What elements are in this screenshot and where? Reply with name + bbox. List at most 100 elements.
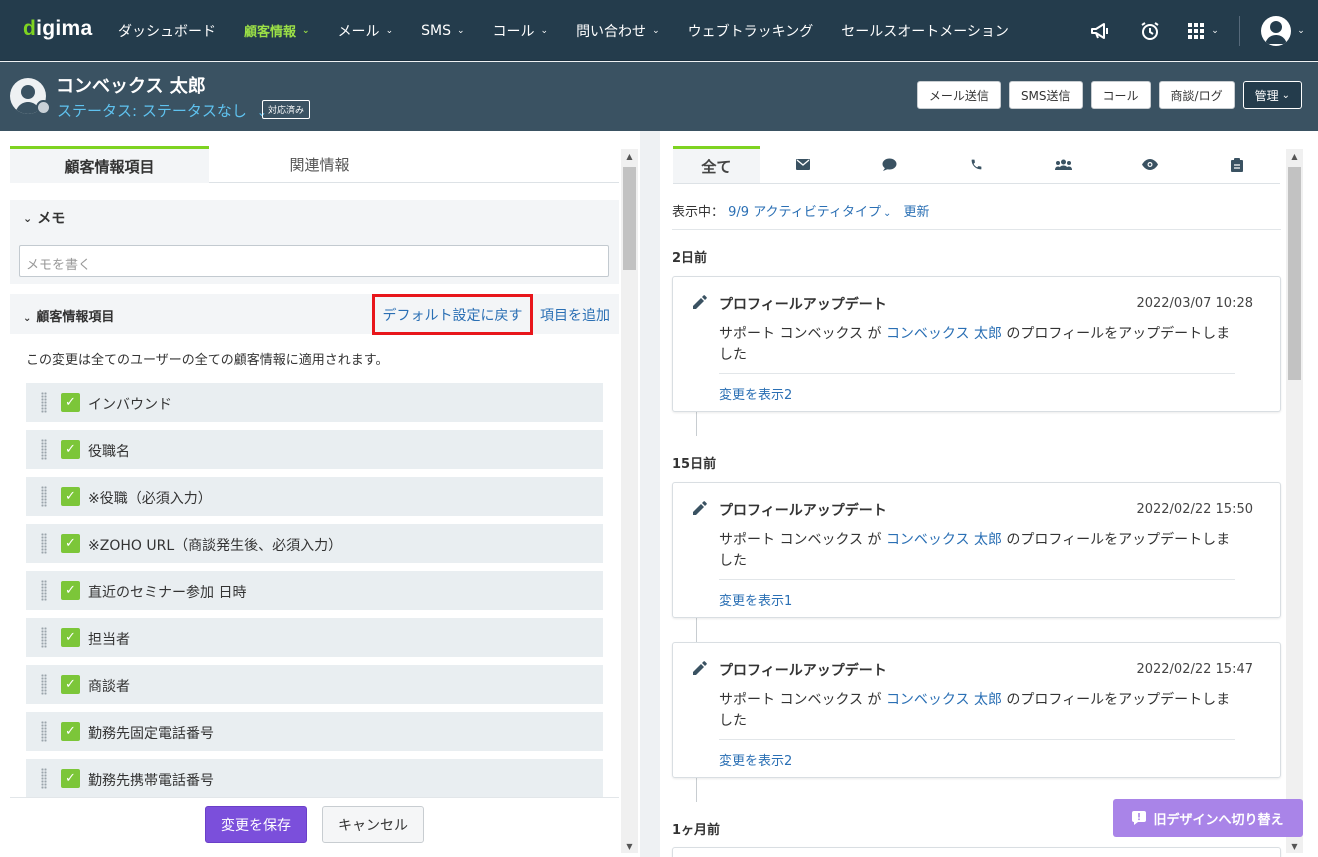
drag-handle-icon[interactable] — [41, 768, 47, 789]
customer-link[interactable]: コンベックス 太郎 — [886, 692, 1002, 708]
tab-call[interactable] — [933, 146, 1020, 183]
manage-button[interactable]: 管理 ⌄ — [1242, 81, 1302, 109]
tab-related-info[interactable]: 関連情報 — [220, 146, 419, 183]
field-checkbox[interactable]: ✓ — [61, 393, 80, 412]
add-field-link[interactable]: 項目を追加 — [540, 305, 610, 325]
tab-notes[interactable] — [1193, 146, 1280, 183]
scroll-thumb[interactable] — [623, 167, 636, 270]
drag-handle-icon[interactable] — [41, 486, 47, 507]
field-checkbox[interactable]: ✓ — [61, 675, 80, 694]
field-row[interactable]: ✓ 直近のセミナー参加 日時 — [26, 571, 603, 610]
field-row[interactable]: ✓ 勤務先携帯電話番号 — [26, 759, 603, 798]
chevron-down-icon: ⌄ — [883, 208, 892, 219]
drag-handle-icon[interactable] — [41, 580, 47, 601]
nav-item-4[interactable]: コール ⌄ — [479, 0, 563, 61]
tab-chat[interactable] — [846, 146, 933, 183]
customer-link[interactable]: コンベックス 太郎 — [886, 532, 1002, 548]
field-label: 担当者 — [88, 632, 130, 648]
megaphone-icon[interactable] — [1075, 0, 1125, 61]
save-button[interactable]: 変更を保存 — [205, 806, 307, 843]
nav-item-3[interactable]: SMS ⌄ — [407, 0, 478, 61]
chat-bubble-icon — [882, 158, 897, 171]
field-row[interactable]: ✓ 担当者 — [26, 618, 603, 657]
tab-web[interactable] — [1107, 146, 1194, 183]
drag-handle-icon[interactable] — [41, 392, 47, 413]
reset-default-link[interactable]: デフォルト設定に戻す — [372, 294, 533, 335]
field-checkbox[interactable]: ✓ — [61, 487, 80, 506]
send-email-button[interactable]: メール送信 — [916, 81, 1001, 109]
field-checkbox[interactable]: ✓ — [61, 581, 80, 600]
send-sms-button[interactable]: SMS送信 — [1008, 81, 1083, 109]
chevron-down-icon: ⌄ — [385, 25, 394, 36]
field-row[interactable]: ✓ ※ZOHO URL（商談発生後、必須入力） — [26, 524, 603, 563]
nav-item-label: セールスオートメーション — [841, 23, 1009, 40]
pencil-icon — [693, 661, 707, 675]
field-row[interactable]: ✓ インバウンド — [26, 383, 603, 422]
field-checkbox[interactable]: ✓ — [61, 769, 80, 788]
scroll-up-arrow-icon[interactable]: ▲ — [621, 149, 638, 163]
timeline-connector — [696, 778, 697, 802]
cancel-button[interactable]: キャンセル — [322, 806, 424, 843]
left-scrollbar[interactable]: ▲ ▼ — [621, 149, 638, 853]
activity-filter-bar: 表示中： 9/9 アクティビティタイプ ⌄ 更新 — [672, 201, 930, 220]
status-dropdown[interactable]: ステータス: ステータスなし ⌄ — [57, 100, 267, 121]
field-label: ※役職（必須入力） — [88, 491, 212, 507]
nav-item-7[interactable]: セールスオートメーション — [827, 0, 1023, 61]
memo-input[interactable]: メモを書く — [19, 245, 609, 277]
tab-customer-fields[interactable]: 顧客情報項目 — [10, 146, 209, 183]
scroll-thumb[interactable] — [1288, 167, 1301, 380]
chevron-down-icon: ⌄ — [23, 211, 33, 225]
drag-handle-icon[interactable] — [41, 627, 47, 648]
show-changes-link[interactable]: 変更を表示2 — [719, 384, 792, 403]
nav-item-2[interactable]: メール ⌄ — [324, 0, 408, 61]
drag-handle-icon[interactable] — [41, 439, 47, 460]
activity-title: プロフィールアップデート — [719, 503, 887, 519]
drag-handle-icon[interactable] — [41, 533, 47, 554]
meeting-log-button[interactable]: 商談/ログ — [1158, 81, 1235, 109]
nav-item-label: ウェブトラッキング — [687, 23, 814, 40]
show-changes-link[interactable]: 変更を表示2 — [719, 750, 792, 769]
nav-item-5[interactable]: 問い合わせ ⌄ — [562, 0, 674, 61]
field-checkbox[interactable]: ✓ — [61, 534, 80, 553]
scroll-down-arrow-icon[interactable]: ▼ — [621, 839, 638, 853]
call-button[interactable]: コール — [1090, 81, 1151, 109]
memo-header[interactable]: ⌄ メモ — [10, 200, 619, 236]
chevron-down-icon: ⌄ — [652, 25, 660, 36]
group-icon — [1054, 159, 1072, 170]
nav-item-1[interactable]: 顧客情報 ⌄ — [230, 0, 324, 61]
field-row[interactable]: ✓ 役職名 — [26, 430, 603, 469]
field-checkbox[interactable]: ✓ — [61, 628, 80, 647]
apps-grid-icon[interactable]: ⌄ — [1175, 0, 1231, 61]
field-row[interactable]: ✓ ※役職（必須入力） — [26, 477, 603, 516]
field-checkbox[interactable]: ✓ — [61, 440, 80, 459]
scroll-up-arrow-icon[interactable]: ▲ — [1286, 149, 1303, 163]
customer-name: コンベックス 太郎 — [56, 76, 206, 97]
digima-logo[interactable]: digima — [23, 17, 93, 41]
activity-type-filter[interactable]: 9/9 アクティビティタイプ ⌄ — [728, 205, 891, 220]
tab-email[interactable] — [760, 146, 847, 183]
nav-item-0[interactable]: ダッシュボード — [104, 0, 230, 61]
customer-link[interactable]: コンベックス 太郎 — [886, 326, 1002, 342]
activity-timestamp: 2022/03/07 10:28 — [1136, 296, 1253, 311]
drag-handle-icon[interactable] — [41, 674, 47, 695]
nav-item-6[interactable]: ウェブトラッキング — [674, 0, 828, 61]
drag-handle-icon[interactable] — [41, 721, 47, 742]
top-navigation: digima ダッシュボード 顧客情報 ⌄ メール ⌄ SMS ⌄ コール ⌄ 問い合わせ ⌄ ウェブ… — [0, 0, 1318, 61]
field-row[interactable]: ✓ 商談者 — [26, 665, 603, 704]
fields-header[interactable]: ⌄ 顧客情報項目 — [23, 306, 114, 325]
tab-group[interactable] — [1020, 146, 1107, 183]
refresh-link[interactable]: 更新 — [904, 205, 930, 220]
scroll-down-arrow-icon[interactable]: ▼ — [1286, 839, 1303, 853]
activity-timestamp: 2022/02/22 15:50 — [1136, 502, 1253, 517]
switch-legacy-design-button[interactable]: 旧デザインへ切り替え — [1113, 799, 1303, 837]
eye-icon — [1141, 159, 1158, 170]
alarm-clock-icon[interactable] — [1125, 0, 1175, 61]
tab-all[interactable]: 全て — [673, 146, 760, 183]
right-scrollbar[interactable]: ▲ ▼ — [1286, 149, 1303, 853]
pencil-icon — [693, 295, 707, 309]
field-checkbox[interactable]: ✓ — [61, 722, 80, 741]
show-changes-link[interactable]: 変更を表示1 — [719, 590, 792, 609]
field-row[interactable]: ✓ 勤務先固定電話番号 — [26, 712, 603, 751]
manage-label: 管理 — [1254, 88, 1279, 103]
user-menu[interactable]: ⌄ — [1248, 0, 1318, 61]
